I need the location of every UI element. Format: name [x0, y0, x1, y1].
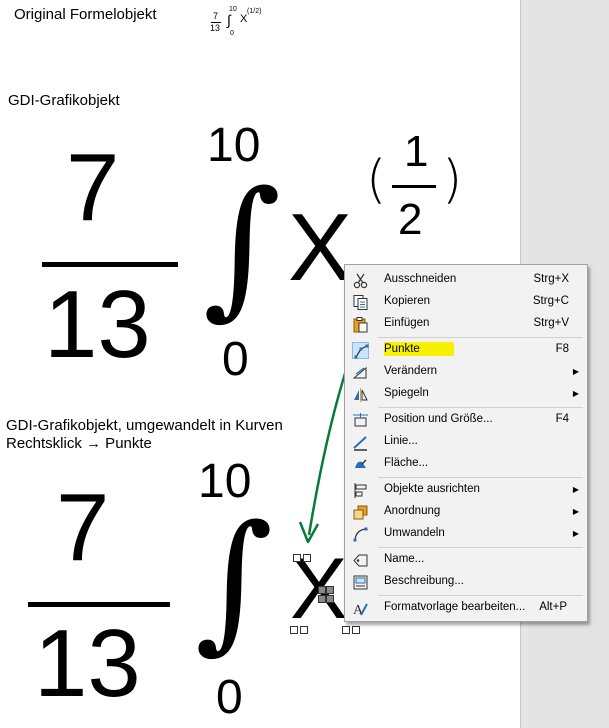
paste-icon — [352, 316, 369, 333]
menu-label-description: Beschreibung... — [384, 575, 464, 587]
menu-label-points: Punkte — [384, 342, 454, 356]
menu-label-cut: Ausschneiden — [384, 273, 457, 285]
menu-label-align: Objekte ausrichten — [384, 483, 480, 495]
shortcut-points: F8 — [555, 343, 569, 355]
menu-item-description[interactable]: Beschreibung... — [345, 571, 587, 593]
menu-label-edit-style: Formatvorlage bearbeiten... — [384, 601, 526, 613]
menu-item-transform[interactable]: Verändern ▶ — [345, 361, 587, 383]
description-icon — [352, 574, 369, 591]
menu-label-paste: Einfügen — [384, 317, 430, 329]
menu-label-area: Fläche... — [384, 457, 429, 469]
shortcut-cut: Strg+X — [533, 273, 569, 285]
menu-item-position-size[interactable]: Position und Größe... F4 — [345, 409, 587, 431]
menu-item-convert[interactable]: Umwandeln ▶ — [345, 523, 587, 545]
menu-item-arrange[interactable]: Anordnung ▶ — [345, 501, 587, 523]
context-menu: Ausschneiden Strg+X Kopieren Strg+C Einf… — [344, 264, 588, 622]
submenu-arrow-icon: ▶ — [572, 389, 579, 398]
submenu-arrow-icon: ▶ — [572, 367, 579, 376]
menu-label-position-size: Position und Größe... — [384, 413, 493, 425]
menu-label-convert: Umwandeln — [384, 527, 445, 539]
menu-label-mirror: Spiegeln — [384, 387, 429, 399]
shortcut-position-size: F4 — [555, 413, 569, 425]
align-icon — [352, 482, 369, 499]
line-icon — [352, 434, 369, 451]
menu-item-edit-style[interactable]: A Formatvorlage bearbeiten... Alt+P — [345, 597, 587, 619]
submenu-arrow-icon: ▶ — [572, 507, 579, 516]
menu-item-cut[interactable]: Ausschneiden Strg+X — [345, 269, 587, 291]
menu-separator — [378, 595, 583, 596]
position-size-icon — [352, 412, 369, 429]
convert-icon — [352, 526, 369, 543]
menu-item-area[interactable]: Fläche... — [345, 453, 587, 475]
menu-item-name[interactable]: Name... — [345, 549, 587, 571]
menu-item-paste[interactable]: Einfügen Strg+V — [345, 313, 587, 335]
menu-item-points[interactable]: Punkte F8 — [345, 339, 587, 361]
menu-label-arrange: Anordnung — [384, 505, 441, 517]
shortcut-paste: Strg+V — [533, 317, 569, 329]
arrange-icon — [352, 504, 369, 521]
points-icon — [352, 342, 369, 359]
menu-label-copy: Kopieren — [384, 295, 431, 307]
copy-icon — [352, 294, 369, 311]
submenu-arrow-icon: ▶ — [572, 485, 579, 494]
menu-label-transform: Verändern — [384, 365, 438, 377]
menu-separator — [378, 477, 583, 478]
menu-item-mirror[interactable]: Spiegeln ▶ — [345, 383, 587, 405]
menu-separator — [378, 547, 583, 548]
edit-style-icon: A — [352, 600, 369, 618]
shortcut-copy: Strg+C — [532, 295, 569, 307]
submenu-arrow-icon: ▶ — [572, 529, 579, 538]
name-icon — [352, 552, 369, 569]
menu-item-line[interactable]: Linie... — [345, 431, 587, 453]
svg-text:A: A — [353, 603, 364, 617]
menu-label-name: Name... — [384, 553, 425, 565]
mirror-icon — [352, 386, 369, 403]
menu-item-copy[interactable]: Kopieren Strg+C — [345, 291, 587, 313]
transform-icon — [352, 364, 369, 381]
shortcut-edit-style: Alt+P — [539, 601, 567, 613]
scissors-icon — [352, 272, 369, 289]
menu-label-line: Linie... — [384, 435, 418, 447]
menu-item-align[interactable]: Objekte ausrichten ▶ — [345, 479, 587, 501]
menu-separator — [378, 407, 583, 408]
area-icon — [352, 456, 369, 473]
menu-separator — [378, 337, 583, 338]
